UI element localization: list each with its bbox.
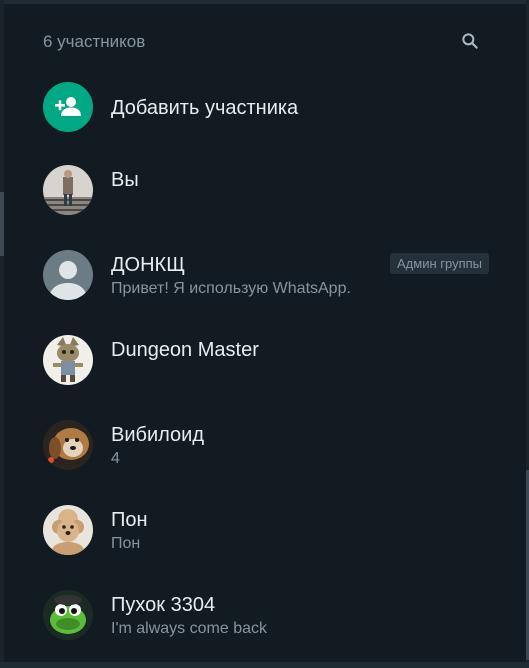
avatar [43,165,93,215]
default-avatar [43,250,93,300]
participant-row-pon[interactable]: Пон Пон [43,505,489,557]
avatar [43,420,93,470]
participant-row-pukhok-3304[interactable]: Пухок 3304 I'm always come back [43,590,489,642]
add-participant-label: Добавить участника [111,97,299,119]
participant-row-dungeon-master[interactable]: Dungeon Master [43,335,489,387]
participant-status: Привет! Я использую WhatsApp. [111,280,351,297]
avatar [43,590,93,640]
participant-name: Вибилоид [111,424,204,446]
avatar [43,505,93,555]
search-icon [462,33,478,49]
left-panel-edge [0,192,4,256]
participants-count: 6 участников [43,32,146,51]
window-bottom-border [0,662,529,668]
participants-header: 6 участников [43,28,483,54]
participant-name: Пон [111,509,148,531]
window-left-border [0,0,4,668]
add-participant-button[interactable]: Добавить участника [43,82,489,134]
participant-row-you[interactable]: Вы [43,165,489,217]
participant-name: Вы [111,169,139,191]
avatar [43,335,93,385]
person-icon [49,261,87,300]
participant-status: I'm always come back [111,620,267,637]
add-person-icon [55,97,81,116]
search-participants-button[interactable] [457,28,483,54]
participant-name: ДОНКЩ [111,254,185,276]
window-top-border [0,0,529,4]
participant-name: Dungeon Master [111,339,259,361]
admin-badge: Админ группы [390,253,489,274]
participant-status: 4 [111,450,120,467]
add-participant-avatar [43,82,93,132]
participant-status: Пон [111,535,141,552]
participant-name: Пухок 3304 [111,594,216,616]
participant-row-donkshch[interactable]: ДОНКЩ Привет! Я использую WhatsApp. Адми… [43,250,489,302]
participant-row-vibiloid[interactable]: Вибилоид 4 [43,420,489,472]
